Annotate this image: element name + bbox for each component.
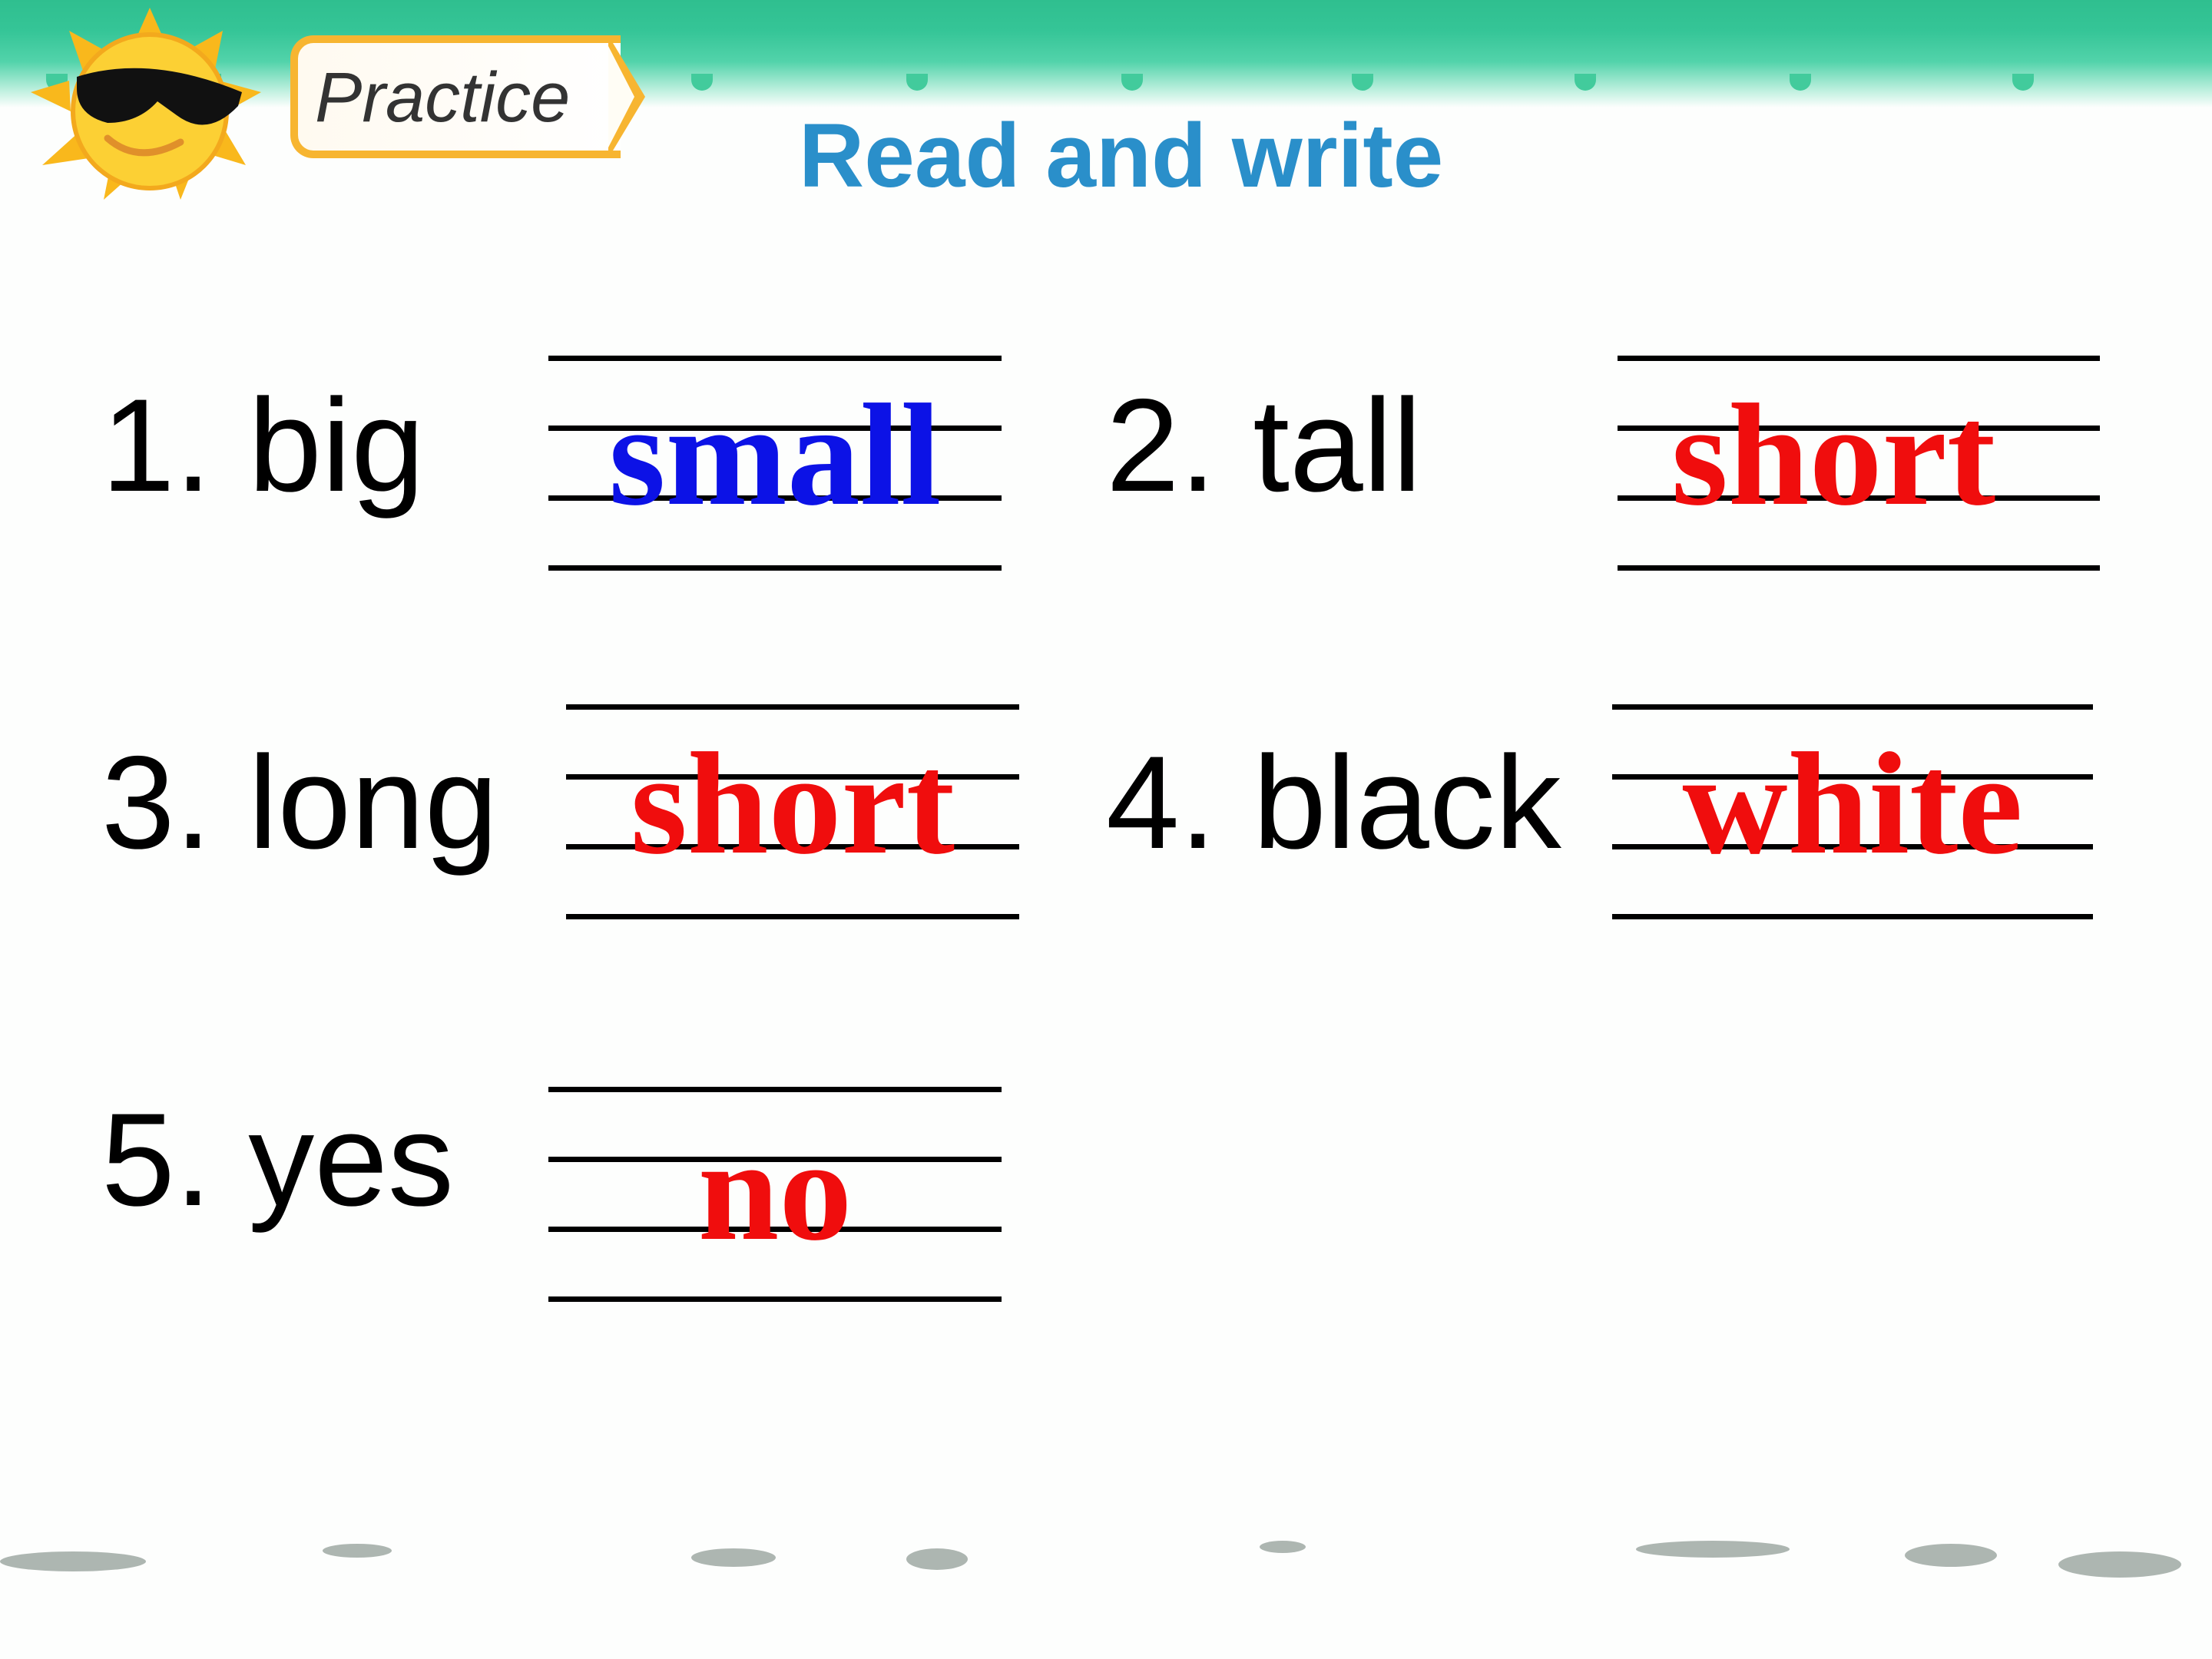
sun-with-sunglasses-icon bbox=[31, 8, 261, 200]
exercise-5-answer-lines: no bbox=[548, 1087, 1002, 1302]
exercise-5-prompt: 5. yes bbox=[101, 1086, 454, 1233]
exercise-1-answer: small bbox=[608, 375, 942, 536]
page-title: Read and write bbox=[799, 105, 1444, 207]
exercise-2-answer-lines: short bbox=[1618, 356, 2100, 571]
practice-badge-label: Practice bbox=[315, 58, 571, 137]
exercise-4-answer: white bbox=[1682, 724, 2023, 885]
exercise-1-prompt: 1. big bbox=[101, 372, 425, 519]
exercise-3-answer-lines: short bbox=[566, 704, 1019, 919]
exercise-1-answer-lines: small bbox=[548, 356, 1002, 571]
exercise-5-answer: no bbox=[697, 1110, 853, 1271]
exercise-4-answer-lines: white bbox=[1612, 704, 2093, 919]
exercise-2-prompt: 2. tall bbox=[1106, 372, 1422, 519]
exercise-2-answer: short bbox=[1671, 375, 1996, 536]
bottom-grass-band bbox=[0, 1482, 2212, 1659]
exercise-3-prompt: 3. long bbox=[101, 729, 498, 876]
exercise-4-prompt: 4. black bbox=[1106, 729, 1561, 876]
practice-badge-arrow-inner bbox=[608, 46, 634, 147]
exercise-3-answer: short bbox=[630, 724, 955, 885]
